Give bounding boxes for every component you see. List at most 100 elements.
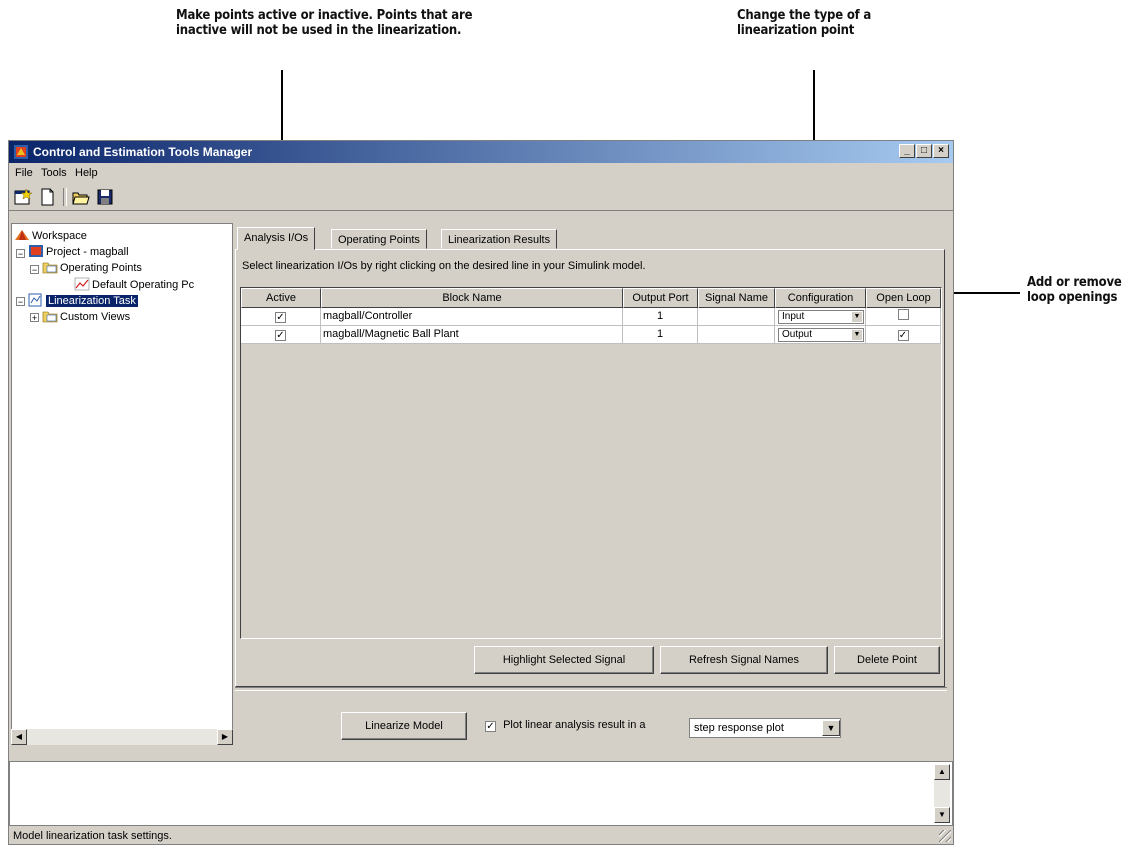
save-icon[interactable]: [95, 187, 115, 207]
menu-file[interactable]: File: [15, 167, 33, 179]
active-checkbox-2[interactable]: ✓: [275, 330, 286, 341]
callout-config: Change the type of a linearization point: [737, 8, 871, 38]
maximize-button[interactable]: □: [916, 144, 932, 158]
column-header-open-loop[interactable]: Open Loop: [866, 288, 941, 308]
analysis-io-table: Active Block Name Output Port Signal Nam…: [240, 287, 942, 639]
column-header-active[interactable]: Active: [241, 288, 321, 308]
tree-label-operating-points: Operating Points: [60, 262, 142, 274]
menu-help[interactable]: Help: [75, 167, 98, 179]
open-loop-checkbox-2[interactable]: ✓: [897, 330, 909, 341]
menu-tools[interactable]: Tools: [41, 167, 67, 179]
resize-grip-icon[interactable]: [939, 830, 951, 842]
tree-node-linearization-task[interactable]: Linearization Task: [28, 293, 138, 309]
app-icon: [14, 145, 28, 159]
callout-openloop-line2: loop openings: [1027, 290, 1118, 305]
tab-linearization-results[interactable]: Linearization Results: [441, 229, 558, 249]
collapse-operating-points-icon[interactable]: −: [30, 265, 39, 275]
plot-type-dropdown[interactable]: step response plot ▼: [689, 718, 841, 738]
configuration-dropdown-1[interactable]: Input ▼: [778, 310, 864, 324]
panel-separator: [235, 687, 947, 691]
column-header-configuration[interactable]: Configuration: [775, 288, 866, 308]
table-row-2-open-loop[interactable]: ✓: [866, 326, 941, 344]
matlab-workspace-icon: [15, 230, 29, 240]
operating-point-plot-icon: [74, 277, 90, 291]
menu-bar: File Tools Help: [9, 163, 953, 183]
close-button[interactable]: ×: [933, 144, 949, 158]
table-row-1-block-name[interactable]: magball/Controller: [321, 308, 623, 326]
callout-config-line1: Change the type of a: [737, 8, 872, 23]
active-checkbox-1[interactable]: ✓: [275, 312, 286, 323]
tree-horizontal-scrollbar[interactable]: ◀ ▶: [11, 729, 233, 745]
tree-node-project[interactable]: Project - magball: [28, 244, 129, 260]
title-bar[interactable]: Control and Estimation Tools Manager _ □…: [9, 141, 953, 163]
custom-views-folder-icon: [42, 311, 58, 323]
app-window: Control and Estimation Tools Manager _ □…: [8, 140, 954, 845]
plot-result-checkbox-row[interactable]: ✓ Plot linear analysis result in a: [485, 719, 646, 732]
table-row-1-signal-name[interactable]: [698, 308, 775, 326]
configuration-value-1: Input: [782, 311, 805, 322]
plot-result-checkbox[interactable]: ✓: [485, 721, 496, 732]
operating-points-folder-icon: [42, 262, 58, 274]
minimize-button[interactable]: _: [899, 144, 915, 158]
plot-result-label: Plot linear analysis result in a: [503, 719, 646, 731]
callout-config-line2: linearization point: [737, 23, 855, 38]
table-row-2-configuration: Output ▼: [775, 326, 866, 344]
tree-label-default-operating-point: Default Operating Pc: [92, 279, 195, 291]
message-pane[interactable]: ▲ ▼: [9, 761, 953, 826]
expand-custom-views-icon[interactable]: +: [30, 313, 39, 323]
callout-active-line2: inactive will not be used in the lineari…: [176, 23, 462, 38]
callout-openloop: Add or remove loop openings: [1027, 275, 1122, 305]
new-project-icon[interactable]: [13, 187, 33, 207]
status-bar: Model linearization task settings.: [13, 830, 172, 844]
column-header-output-port[interactable]: Output Port: [623, 288, 698, 308]
tree-label-project: Project - magball: [46, 246, 129, 258]
open-folder-icon[interactable]: [71, 187, 91, 207]
tree-label-custom-views: Custom Views: [60, 311, 131, 323]
instruction-text: Select linearization I/Os by right click…: [242, 260, 646, 272]
status-text: Model linearization task settings.: [13, 830, 172, 842]
collapse-project-icon[interactable]: −: [16, 249, 25, 259]
table-row-2-block-name[interactable]: magball/Magnetic Ball Plant: [321, 326, 623, 344]
chevron-down-icon[interactable]: ▼: [822, 720, 840, 736]
table-row-1-active[interactable]: ✓: [241, 308, 321, 326]
tab-analysis-ios[interactable]: Analysis I/Os: [237, 227, 316, 250]
table-row-1-open-loop[interactable]: [866, 308, 941, 326]
tree-label-workspace: Workspace: [32, 230, 87, 242]
table-row-1-configuration: Input ▼: [775, 308, 866, 326]
refresh-signal-names-button[interactable]: Refresh Signal Names: [660, 646, 828, 674]
highlight-selected-signal-button[interactable]: Highlight Selected Signal: [474, 646, 654, 674]
scroll-up-icon[interactable]: ▲: [934, 764, 950, 780]
tree-node-default-operating-point[interactable]: Default Operating Pc: [74, 277, 194, 293]
column-header-signal-name[interactable]: Signal Name: [698, 288, 775, 308]
tree-node-operating-points[interactable]: Operating Points: [42, 260, 142, 276]
column-header-block-name[interactable]: Block Name: [321, 288, 623, 308]
new-task-icon[interactable]: [37, 187, 57, 207]
scroll-left-icon[interactable]: ◀: [11, 729, 27, 745]
tree-node-workspace[interactable]: Workspace: [14, 228, 87, 244]
toolbar: [9, 184, 953, 211]
open-loop-checkbox-1[interactable]: [897, 309, 909, 320]
table-row-2-active[interactable]: ✓: [241, 326, 321, 344]
callout-active: Make points active or inactive. Points t…: [176, 8, 473, 38]
chevron-down-icon[interactable]: ▼: [852, 312, 862, 322]
tab-operating-points[interactable]: Operating Points: [331, 229, 427, 249]
table-row-1-output-port[interactable]: 1: [623, 308, 698, 326]
scroll-down-icon[interactable]: ▼: [934, 807, 950, 823]
collapse-linearization-task-icon[interactable]: −: [16, 297, 25, 307]
table-row-2-signal-name[interactable]: [698, 326, 775, 344]
scroll-right-icon[interactable]: ▶: [217, 729, 233, 745]
toolbar-separator: [63, 188, 67, 206]
callout-openloop-line1: Add or remove: [1027, 275, 1122, 290]
table-row-2-output-port[interactable]: 1: [623, 326, 698, 344]
chevron-down-icon[interactable]: ▼: [852, 330, 862, 340]
plot-type-value: step response plot: [694, 722, 784, 734]
project-icon: [29, 245, 43, 257]
project-tree[interactable]: Workspace − Project - magball − Operatin…: [11, 223, 233, 745]
window-title: Control and Estimation Tools Manager: [33, 145, 253, 159]
message-vertical-scrollbar[interactable]: ▲ ▼: [934, 764, 950, 823]
configuration-dropdown-2[interactable]: Output ▼: [778, 328, 864, 342]
linearize-model-button[interactable]: Linearize Model: [341, 712, 467, 740]
linearization-task-icon: [28, 293, 42, 307]
tree-node-custom-views[interactable]: Custom Views: [42, 309, 130, 325]
delete-point-button[interactable]: Delete Point: [834, 646, 940, 674]
